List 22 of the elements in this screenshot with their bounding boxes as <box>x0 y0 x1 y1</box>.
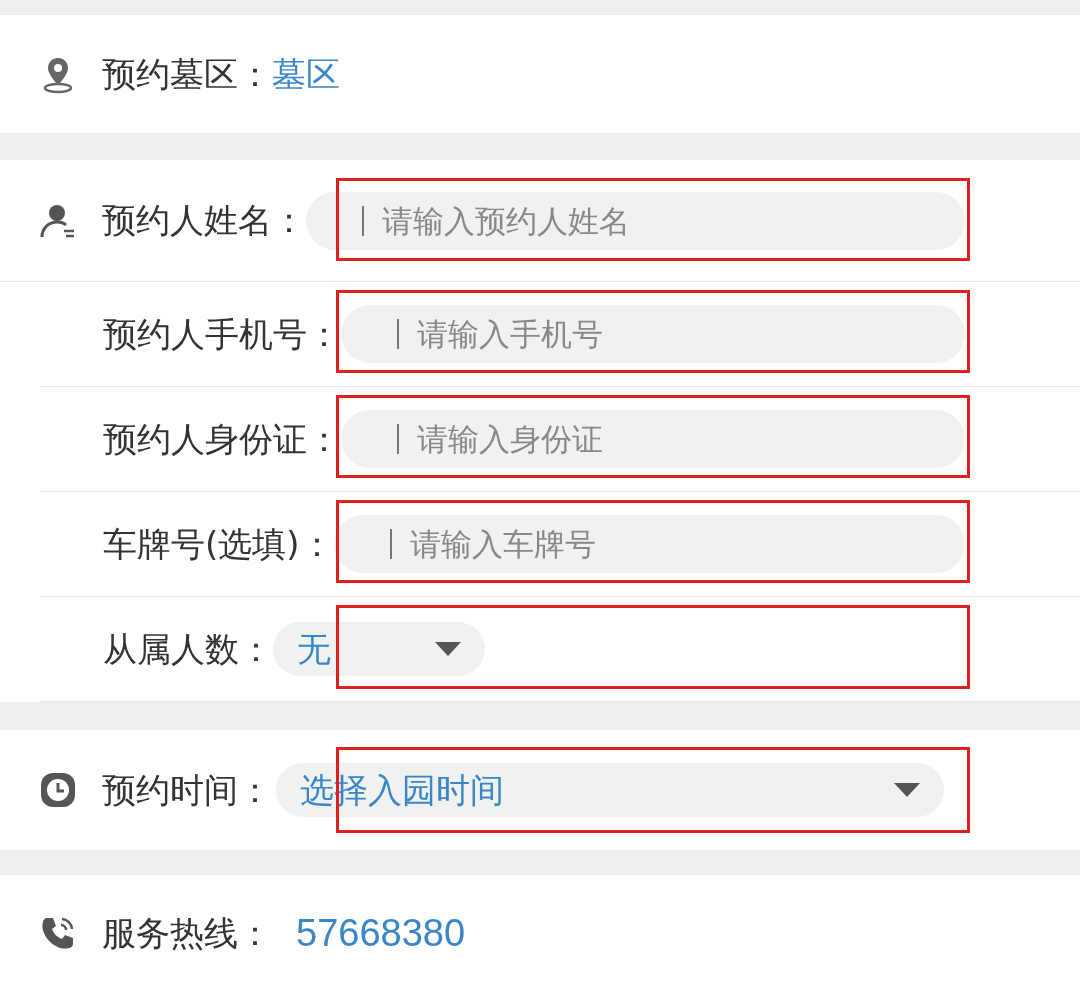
field-label: 车牌号(选填)： <box>103 522 334 566</box>
text-cursor <box>389 529 392 559</box>
field-label: 预约人身份证： <box>103 417 341 461</box>
input-field[interactable]: 请输入手机号 <box>341 305 965 363</box>
time-label: 预约时间： <box>102 768 272 812</box>
field-label: 预约人手机号： <box>103 312 341 356</box>
field-label: 预约人姓名： <box>102 199 306 242</box>
hotline-label: 服务热线： <box>102 911 272 955</box>
text-cursor <box>397 319 399 349</box>
input-field[interactable]: 请输入预约人姓名 <box>306 191 965 250</box>
text-cursor <box>397 424 399 454</box>
area-label: 预约墓区： <box>102 52 272 96</box>
dropdown-arrow-icon <box>894 783 920 797</box>
text-cursor <box>362 205 364 236</box>
input-field[interactable]: 请输入车牌号 <box>333 515 965 573</box>
dropdown-arrow-icon <box>435 642 461 656</box>
input-field[interactable]: 请输入身份证 <box>341 410 965 468</box>
field-label: 从属人数： <box>103 627 273 671</box>
area-value[interactable]: 墓区 <box>272 48 340 100</box>
clock-icon <box>38 770 78 810</box>
count-select[interactable]: 无 <box>273 622 485 676</box>
hotline-number[interactable]: 57668380 <box>296 904 466 962</box>
